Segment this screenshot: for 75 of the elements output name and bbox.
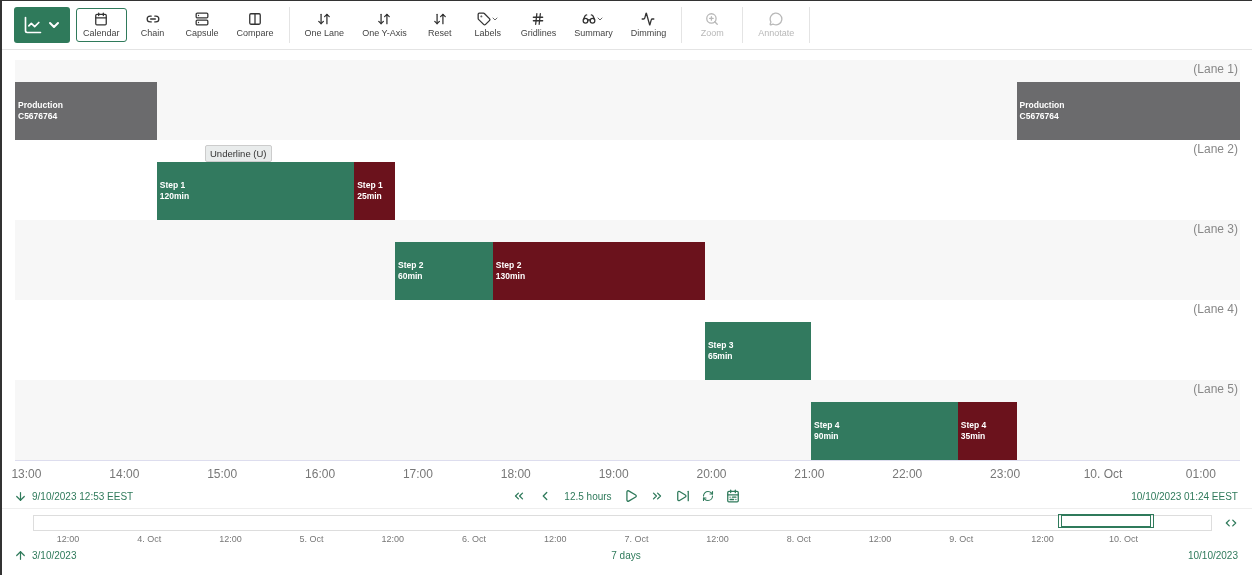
- navigator-tick-label: 5. Oct: [299, 534, 324, 544]
- tag-icon: [476, 12, 491, 26]
- start-time[interactable]: 9/10/2023 12:53 EEST: [32, 490, 134, 502]
- end-time[interactable]: 10/10/2023 01:24 EEST: [1131, 490, 1238, 502]
- arrows-icon: [317, 12, 332, 26]
- capsule-bar[interactable]: Step 4 35min: [957, 402, 1017, 460]
- navigator-track[interactable]: [33, 515, 1212, 531]
- range-end[interactable]: 10/10/2023: [1187, 549, 1238, 561]
- lane-label: (Lane 2): [1193, 142, 1238, 156]
- capsule-bar[interactable]: Step 1 25min: [354, 162, 395, 220]
- navigator-tick-label: 12:00: [706, 534, 729, 544]
- axis-tick-label: 20:00: [696, 467, 727, 481]
- selection-window[interactable]: [1058, 514, 1155, 528]
- duration-text[interactable]: 12.5 hours: [564, 490, 612, 502]
- signal-icon: [641, 12, 656, 26]
- navigator-tick-label: 7. Oct: [624, 534, 649, 544]
- range-duration[interactable]: 7 days: [611, 549, 641, 561]
- navigator-tick-label: 4. Oct: [137, 534, 162, 544]
- caret-icon: [490, 15, 499, 23]
- glasses-icon: [582, 12, 597, 26]
- capsule-bar[interactable]: Step 2 130min: [492, 242, 705, 300]
- navigator-tick-label: 12:00: [543, 534, 567, 544]
- navigator-tick-label: 12:00: [868, 534, 892, 544]
- capsule-bar[interactable]: Step 2 60min: [395, 242, 493, 300]
- axis-tick-label: 01:00: [1185, 467, 1216, 481]
- axis-tick-label: 18:00: [500, 467, 531, 481]
- navigator-tick-label: 8. Oct: [786, 534, 811, 544]
- arrow-down-icon[interactable]: [14, 489, 27, 503]
- axis-tick-label: 19:00: [598, 467, 629, 481]
- navigator-tick-label: 12:00: [56, 534, 80, 544]
- axis-tick-label: 17:00: [402, 467, 433, 481]
- axis-tick-label: 10. Oct: [1083, 467, 1123, 481]
- navigator-tick-label: 10. Oct: [1109, 534, 1139, 544]
- lane-label: (Lane 5): [1193, 382, 1238, 396]
- capsule-bar[interactable]: Step 4 90min: [811, 402, 958, 460]
- play-icon[interactable]: [623, 489, 638, 503]
- speech-bubble-icon: [769, 12, 784, 26]
- expand-icon[interactable]: [1224, 516, 1238, 530]
- tooltip: Underline (U): [205, 145, 272, 162]
- lane-label: (Lane 4): [1193, 302, 1238, 316]
- axis-tick-label: 15:00: [207, 467, 238, 481]
- zoom-icon: [705, 12, 720, 26]
- capsule-bar[interactable]: Step 1 120min: [156, 162, 355, 220]
- line-chart-icon: [22, 15, 43, 35]
- calendar-icon[interactable]: [725, 489, 740, 503]
- axis-tick-label: 23:00: [990, 467, 1021, 481]
- capsule-bar[interactable]: Production C5676764: [1016, 82, 1240, 140]
- navigator-tick-label: 12:00: [381, 534, 405, 544]
- lane-label: (Lane 3): [1193, 222, 1238, 236]
- navigator-tick-label: 9. Oct: [949, 534, 974, 544]
- range-start[interactable]: 3/10/2023: [32, 549, 77, 561]
- axis-tick-label: 16:00: [305, 467, 336, 481]
- capsule-bar[interactable]: Production C5676764: [15, 82, 157, 140]
- axis-tick-label: 13:00: [11, 467, 42, 481]
- stacked-bars-icon: [195, 12, 210, 26]
- chart-view-button[interactable]: [14, 7, 70, 43]
- axis-tick-label: 22:00: [892, 467, 923, 481]
- axis-tick-label: 21:00: [794, 467, 825, 481]
- columns-icon: [248, 12, 263, 26]
- toolbar-button[interactable]: Calendar: [76, 8, 127, 42]
- arrow-up-icon[interactable]: [14, 548, 27, 562]
- navigator-tick-label: 12:00: [219, 534, 242, 544]
- refresh-icon[interactable]: [701, 490, 714, 502]
- chain-icon: [145, 12, 160, 26]
- navigator-tick-label: 6. Oct: [462, 534, 486, 544]
- arrows-icon: [377, 12, 392, 26]
- axis-tick-label: 14:00: [109, 467, 140, 481]
- arrows-icon: [432, 12, 447, 26]
- lane-label: (Lane 1): [1193, 62, 1238, 76]
- skip-end-icon[interactable]: [675, 489, 690, 503]
- grid-icon: [531, 12, 546, 26]
- capsule-bar[interactable]: Step 3 65min: [704, 322, 811, 380]
- calendar-icon: [94, 12, 109, 26]
- caret-icon: [596, 15, 605, 23]
- navigator-tick-label: 12:00: [1031, 534, 1054, 544]
